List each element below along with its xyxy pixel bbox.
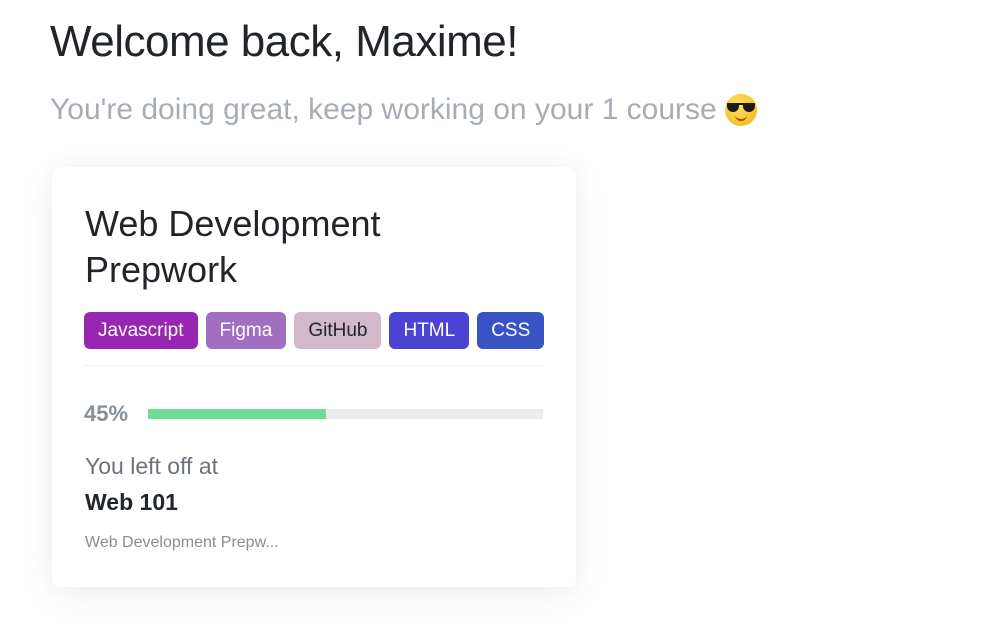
page-subtitle: You're doing great, keep working on your…: [50, 88, 757, 132]
course-tags: Javascript Figma GitHub HTML CSS: [84, 312, 545, 349]
progress-bar: [148, 409, 543, 419]
tag-html: HTML: [389, 312, 470, 349]
left-off-label: You left off at: [85, 453, 219, 479]
course-card[interactable]: Web Development Prepwork Javascript Figm…: [52, 167, 576, 587]
tag-css: CSS: [477, 312, 545, 349]
card-divider: [84, 365, 544, 366]
course-title[interactable]: Web Development Prepwork: [85, 201, 485, 293]
tag-javascript: Javascript: [84, 312, 198, 349]
progress-percent: 45%: [84, 401, 129, 426]
sunglasses-emoji-icon: [724, 94, 757, 126]
progress-row: 45%: [84, 401, 543, 427]
progress-bar-fill: [148, 409, 326, 419]
subtitle-text: You're doing great, keep working on your…: [50, 93, 717, 126]
page-title: Welcome back, Maxime!: [50, 17, 518, 66]
tag-figma: Figma: [205, 312, 287, 349]
dashboard-page: Welcome back, Maxime! You're doing great…: [0, 0, 986, 624]
course-subtitle: Web Development Prepw...: [85, 534, 279, 551]
current-lesson-link[interactable]: Web 101: [85, 489, 178, 516]
tag-github: GitHub: [294, 312, 382, 349]
